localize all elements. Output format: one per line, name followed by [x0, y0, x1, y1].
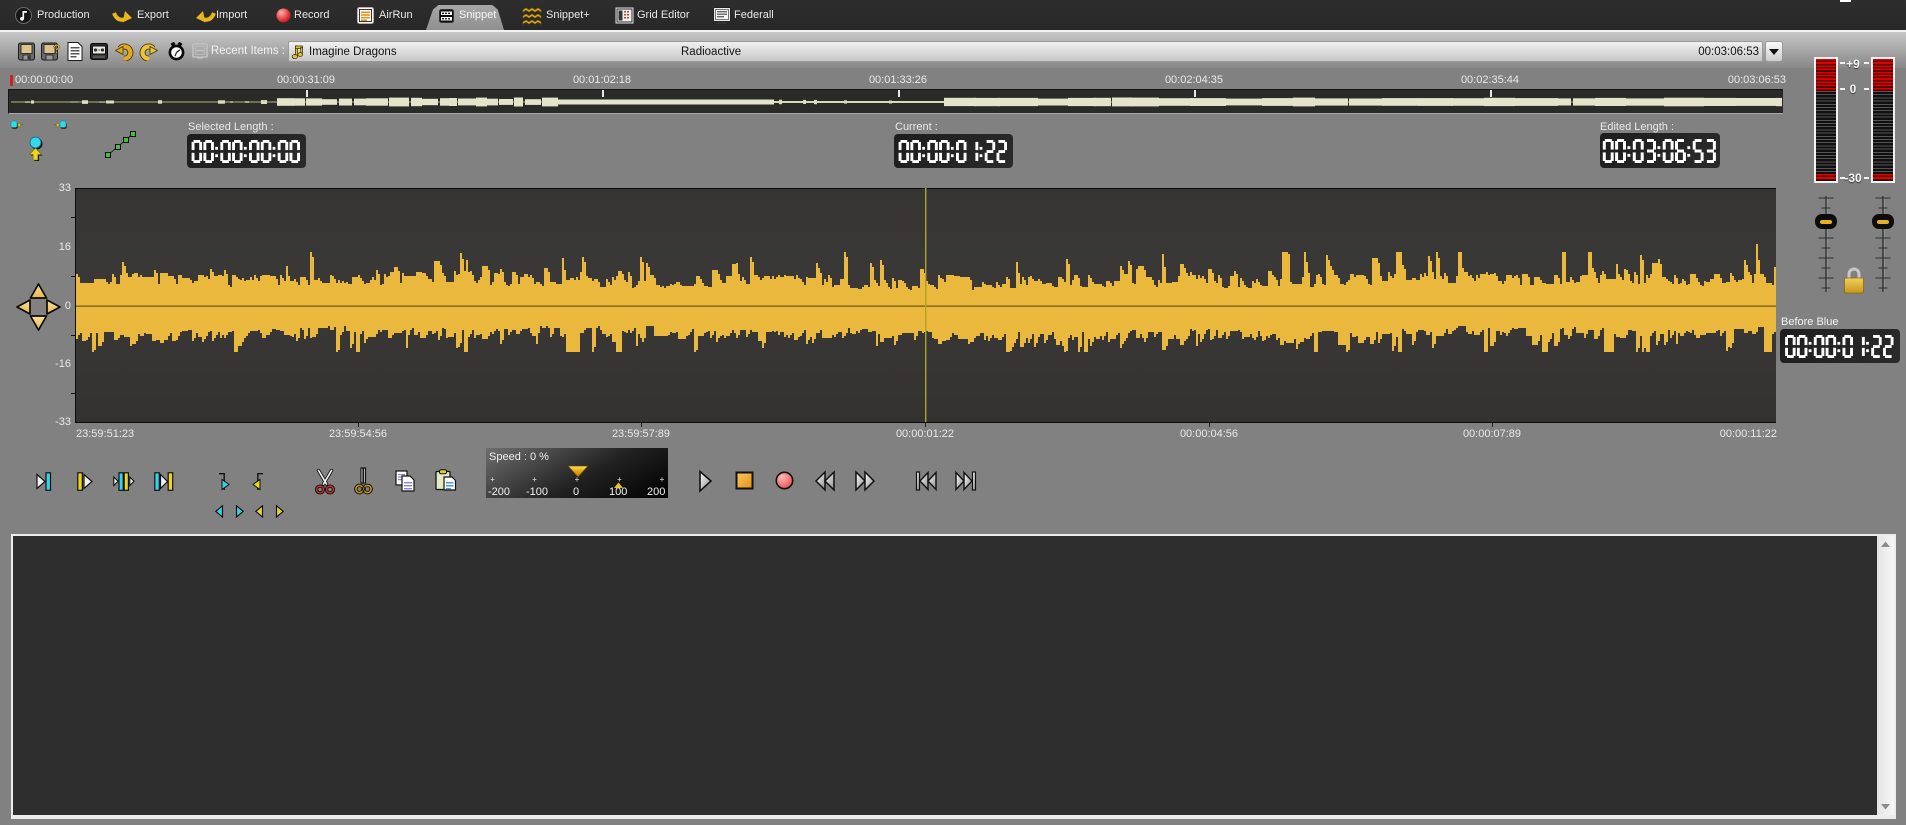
- svg-text:+: +: [575, 475, 580, 484]
- svg-text:+: +: [490, 475, 495, 484]
- svg-text:+: +: [660, 475, 665, 484]
- svg-text:?: ?: [53, 42, 60, 56]
- svg-text:+: +: [532, 475, 537, 484]
- svg-text:+: +: [617, 475, 622, 484]
